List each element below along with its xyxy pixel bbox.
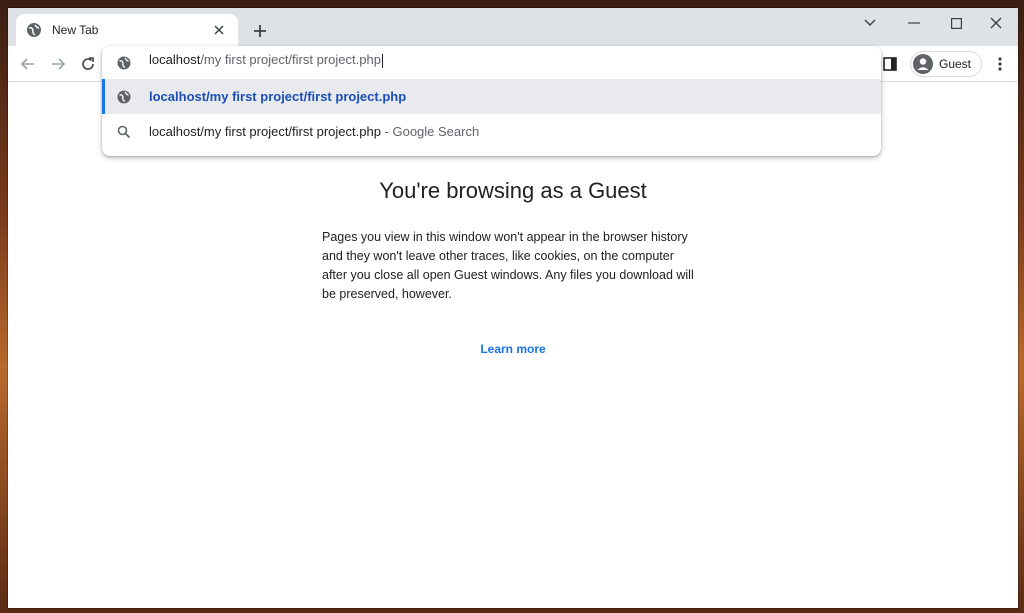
- suggestion-search-text: localhost/my first project/first project…: [149, 124, 479, 139]
- tab-title: New Tab: [52, 23, 99, 37]
- address-host: localhost: [149, 52, 201, 67]
- learn-more-link[interactable]: Learn more: [8, 342, 1018, 356]
- suggestion-url-text: localhost/my first project/first project…: [149, 89, 407, 104]
- omnibox-dropdown: localhost/my first project/first project…: [102, 46, 881, 156]
- chevron-down-icon: [864, 19, 876, 26]
- page-title: You're browsing as a Guest: [379, 178, 647, 203]
- tab-close-icon[interactable]: [210, 21, 228, 39]
- globe-icon: [116, 55, 132, 71]
- more-menu-button[interactable]: [988, 50, 1012, 78]
- guest-description: Pages you view in this window won't appe…: [322, 228, 707, 304]
- minimize-button[interactable]: [892, 8, 936, 38]
- maximize-button[interactable]: [934, 8, 978, 38]
- text-caret: [381, 53, 383, 68]
- toolbar-right: Guest: [876, 50, 1012, 78]
- reload-button[interactable]: [78, 54, 98, 74]
- address-input[interactable]: localhost/my first project/first project…: [149, 52, 849, 72]
- profile-label: Guest: [938, 57, 971, 71]
- description-line: after you close all open Guest windows. …: [322, 268, 694, 282]
- maximize-icon: [950, 17, 962, 29]
- side-panel-icon: [883, 57, 897, 71]
- description-line: and they won't leave other traces, like …: [322, 249, 674, 263]
- suggestion-url[interactable]: localhost/my first project/first project…: [102, 79, 881, 114]
- globe-icon: [26, 22, 42, 38]
- new-tab-button[interactable]: [248, 19, 272, 43]
- page-content: You're browsing as a Guest Pages you vie…: [8, 82, 1018, 608]
- forward-button[interactable]: [48, 54, 68, 74]
- profile-guest-button[interactable]: Guest: [909, 51, 982, 77]
- more-vert-icon: [998, 57, 1002, 71]
- tab-search-button[interactable]: [848, 8, 892, 38]
- omnibox-input-row[interactable]: localhost/my first project/first project…: [102, 46, 881, 79]
- tab-new-tab[interactable]: New Tab: [16, 14, 238, 46]
- suggestion-search-query: localhost/my first project/first project…: [149, 124, 381, 139]
- arrow-left-icon: [20, 58, 34, 70]
- description-line: Pages you view in this window won't appe…: [322, 230, 688, 244]
- search-icon: [116, 124, 132, 140]
- address-path: /my first project/first project.php: [200, 52, 381, 67]
- avatar-icon: [912, 54, 933, 74]
- plus-icon: [254, 25, 266, 37]
- globe-icon: [116, 89, 132, 105]
- description-line: be preserved, however.: [322, 287, 452, 301]
- back-button[interactable]: [18, 54, 38, 74]
- reload-icon: [82, 57, 94, 70]
- tab-strip: New Tab: [8, 8, 1018, 46]
- browser-window: New Tab Guest localhost/my first project…: [8, 8, 1018, 608]
- arrow-right-icon: [52, 58, 66, 70]
- minimize-icon: [908, 22, 920, 24]
- suggestion-search[interactable]: localhost/my first project/first project…: [102, 114, 881, 149]
- suggestion-search-suffix: - Google Search: [380, 124, 480, 139]
- close-icon: [990, 17, 1002, 29]
- close-window-button[interactable]: [974, 8, 1018, 38]
